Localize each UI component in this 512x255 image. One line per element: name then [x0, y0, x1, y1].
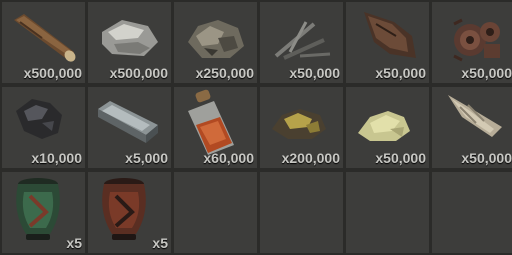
inventory-slot-16[interactable]	[260, 172, 343, 253]
item-quantity: x200,000	[281, 150, 340, 166]
inventory-slot-11[interactable]: x50,000	[346, 87, 429, 168]
inventory-slot-7[interactable]: x10,000	[2, 87, 85, 168]
item-quantity: x50,000	[375, 65, 426, 81]
inventory-slot-5[interactable]: x50,000	[346, 2, 429, 83]
item-quantity: x5,000	[125, 150, 168, 166]
inventory-slot-12[interactable]: x50,000	[432, 87, 512, 168]
inventory-slot-17[interactable]	[346, 172, 429, 253]
inventory-slot-6[interactable]: x50,000	[432, 2, 512, 83]
inventory-slot-14[interactable]: x5	[88, 172, 171, 253]
item-quantity: x500,000	[109, 65, 168, 81]
item-quantity: x60,000	[203, 150, 254, 166]
inventory-slot-9[interactable]: x60,000	[174, 87, 257, 168]
item-quantity: x250,000	[195, 65, 254, 81]
inventory-slot-3[interactable]: x250,000	[174, 2, 257, 83]
inventory-slot-13[interactable]: x5	[2, 172, 85, 253]
inventory-slot-2[interactable]: x500,000	[88, 2, 171, 83]
inventory-slot-4[interactable]: x50,000	[260, 2, 343, 83]
item-quantity: x10,000	[31, 150, 82, 166]
inventory-grid: x500,000 x500,000 x250,000 x50,000 x50,0…	[0, 0, 512, 255]
item-quantity: x5	[66, 235, 82, 251]
item-quantity: x50,000	[375, 150, 426, 166]
inventory-slot-15[interactable]	[174, 172, 257, 253]
item-quantity: x50,000	[289, 65, 340, 81]
item-quantity: x500,000	[23, 65, 82, 81]
inventory-slot-8[interactable]: x5,000	[88, 87, 171, 168]
item-quantity: x50,000	[461, 65, 512, 81]
item-quantity: x50,000	[461, 150, 512, 166]
inventory-slot-10[interactable]: x200,000	[260, 87, 343, 168]
item-quantity: x5	[152, 235, 168, 251]
inventory-slot-18[interactable]	[432, 172, 512, 253]
inventory-slot-1[interactable]: x500,000	[2, 2, 85, 83]
